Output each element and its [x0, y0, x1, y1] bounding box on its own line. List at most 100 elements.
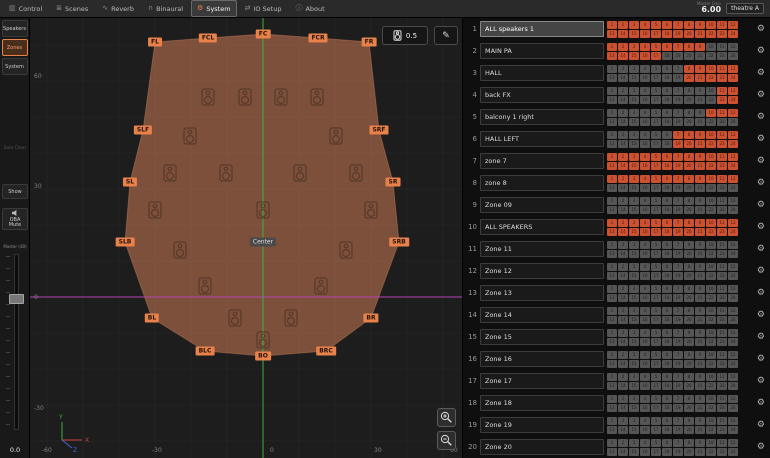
- speaker-cell[interactable]: 1: [607, 131, 617, 139]
- speaker-cell[interactable]: 18: [662, 272, 672, 280]
- speaker-cell[interactable]: 10: [706, 131, 716, 139]
- speaker-cell[interactable]: 12: [728, 241, 738, 249]
- speaker-cell[interactable]: 15: [629, 206, 639, 214]
- speaker-cell[interactable]: 10: [706, 417, 716, 425]
- zone-settings-gear-icon[interactable]: ⚙: [757, 442, 765, 452]
- speaker-cell[interactable]: 9: [695, 87, 705, 95]
- speaker-cell[interactable]: 10: [706, 65, 716, 73]
- speaker-cell[interactable]: 10: [706, 241, 716, 249]
- zone-shape[interactable]: [125, 34, 399, 356]
- speaker-cell[interactable]: 21: [695, 272, 705, 280]
- speaker-cell[interactable]: 20: [684, 382, 694, 390]
- speaker-cell[interactable]: 2: [618, 307, 628, 315]
- speaker-cell[interactable]: 6: [662, 307, 672, 315]
- speaker-cell[interactable]: 12: [728, 65, 738, 73]
- speaker-cell[interactable]: 9: [695, 263, 705, 271]
- speaker-cell[interactable]: 17: [651, 250, 661, 258]
- speaker-cell[interactable]: 20: [684, 74, 694, 82]
- speaker-cell[interactable]: 22: [706, 250, 716, 258]
- speaker-cell[interactable]: 2: [618, 373, 628, 381]
- speaker-cell[interactable]: 23: [717, 250, 727, 258]
- speaker-cell[interactable]: 8: [684, 263, 694, 271]
- speaker-cell[interactable]: 19: [673, 360, 683, 368]
- zone-settings-gear-icon[interactable]: ⚙: [757, 222, 765, 232]
- speaker-cell[interactable]: 9: [695, 329, 705, 337]
- speaker-cell[interactable]: 7: [673, 329, 683, 337]
- speaker-cell[interactable]: 4: [640, 87, 650, 95]
- speaker-cell[interactable]: 23: [717, 184, 727, 192]
- speaker-cell[interactable]: 3: [629, 43, 639, 51]
- speaker-cell[interactable]: 8: [684, 439, 694, 447]
- zone-settings-gear-icon[interactable]: ⚙: [757, 266, 765, 276]
- speaker-cell[interactable]: 10: [706, 219, 716, 227]
- speaker-cell[interactable]: 15: [629, 404, 639, 412]
- speaker-cell[interactable]: 21: [695, 162, 705, 170]
- speaker-cell[interactable]: 18: [662, 316, 672, 324]
- speaker-cell[interactable]: 3: [629, 21, 639, 29]
- speaker-cell[interactable]: 24: [728, 382, 738, 390]
- speaker-cell[interactable]: 15: [629, 52, 639, 60]
- speaker-cell[interactable]: 5: [651, 241, 661, 249]
- speaker-cell[interactable]: 24: [728, 448, 738, 456]
- speaker-cell[interactable]: 21: [695, 360, 705, 368]
- speaker-cell[interactable]: 12: [728, 219, 738, 227]
- speaker-cell[interactable]: 11: [717, 351, 727, 359]
- speaker-cell[interactable]: 9: [695, 395, 705, 403]
- speaker-cell[interactable]: 7: [673, 241, 683, 249]
- zone-name[interactable]: HALL LEFT: [480, 131, 604, 147]
- speaker-cell[interactable]: 3: [629, 351, 639, 359]
- speaker-cell[interactable]: 11: [717, 109, 727, 117]
- speaker-cell[interactable]: 21: [695, 316, 705, 324]
- speaker-cell[interactable]: 1: [607, 395, 617, 403]
- speaker-cell[interactable]: 1: [607, 351, 617, 359]
- speaker-cell[interactable]: 8: [684, 285, 694, 293]
- speaker-cell[interactable]: 6: [662, 175, 672, 183]
- speaker-cell[interactable]: 3: [629, 109, 639, 117]
- speaker-cell[interactable]: 3: [629, 131, 639, 139]
- speaker-cell[interactable]: 18: [662, 404, 672, 412]
- speaker-cell[interactable]: 4: [640, 65, 650, 73]
- speaker-cell[interactable]: 20: [684, 206, 694, 214]
- speaker-cell[interactable]: 4: [640, 373, 650, 381]
- speaker-cell[interactable]: 11: [717, 439, 727, 447]
- speaker-cell[interactable]: 17: [651, 206, 661, 214]
- speaker-cell[interactable]: 2: [618, 351, 628, 359]
- speaker-cell[interactable]: 20: [684, 228, 694, 236]
- speaker-cell[interactable]: 18: [662, 162, 672, 170]
- speaker-cell[interactable]: 15: [629, 250, 639, 258]
- speaker-cell[interactable]: 23: [717, 338, 727, 346]
- speaker-cell[interactable]: 5: [651, 219, 661, 227]
- preset-selector[interactable]: theatre A: [726, 3, 764, 14]
- speaker-cell[interactable]: 24: [728, 360, 738, 368]
- speaker-cell[interactable]: 8: [684, 351, 694, 359]
- speaker-cell[interactable]: 1: [607, 373, 617, 381]
- speaker-cell[interactable]: 18: [662, 206, 672, 214]
- speaker-cell[interactable]: 19: [673, 118, 683, 126]
- speaker-cell[interactable]: 23: [717, 96, 727, 104]
- speaker-cell[interactable]: 7: [673, 65, 683, 73]
- speaker-cell[interactable]: 18: [662, 338, 672, 346]
- speaker-cell[interactable]: 22: [706, 316, 716, 324]
- speaker-cell[interactable]: 4: [640, 285, 650, 293]
- speaker-cell[interactable]: 24: [728, 294, 738, 302]
- speaker-cell[interactable]: 3: [629, 65, 639, 73]
- speaker-cell[interactable]: 1: [607, 263, 617, 271]
- speaker-cell[interactable]: 6: [662, 241, 672, 249]
- speaker-cell[interactable]: 22: [706, 206, 716, 214]
- speaker-cell[interactable]: 16: [640, 426, 650, 434]
- speaker-cell[interactable]: 4: [640, 153, 650, 161]
- oba-mute-button[interactable]: OBA Mute: [2, 208, 28, 230]
- speaker-cell[interactable]: 21: [695, 448, 705, 456]
- speaker-cell[interactable]: 10: [706, 263, 716, 271]
- zone-name[interactable]: back FX: [480, 87, 604, 103]
- speaker-cell[interactable]: 16: [640, 316, 650, 324]
- speaker-cell[interactable]: 1: [607, 285, 617, 293]
- speaker-cell[interactable]: 24: [728, 316, 738, 324]
- speaker-cell[interactable]: 5: [651, 131, 661, 139]
- speaker-cell[interactable]: 22: [706, 404, 716, 412]
- tab-system[interactable]: ⚙System: [191, 0, 237, 17]
- speaker-cell[interactable]: 17: [651, 448, 661, 456]
- speaker-cell[interactable]: 24: [728, 162, 738, 170]
- speaker-cell[interactable]: 5: [651, 417, 661, 425]
- speaker-cell[interactable]: 19: [673, 52, 683, 60]
